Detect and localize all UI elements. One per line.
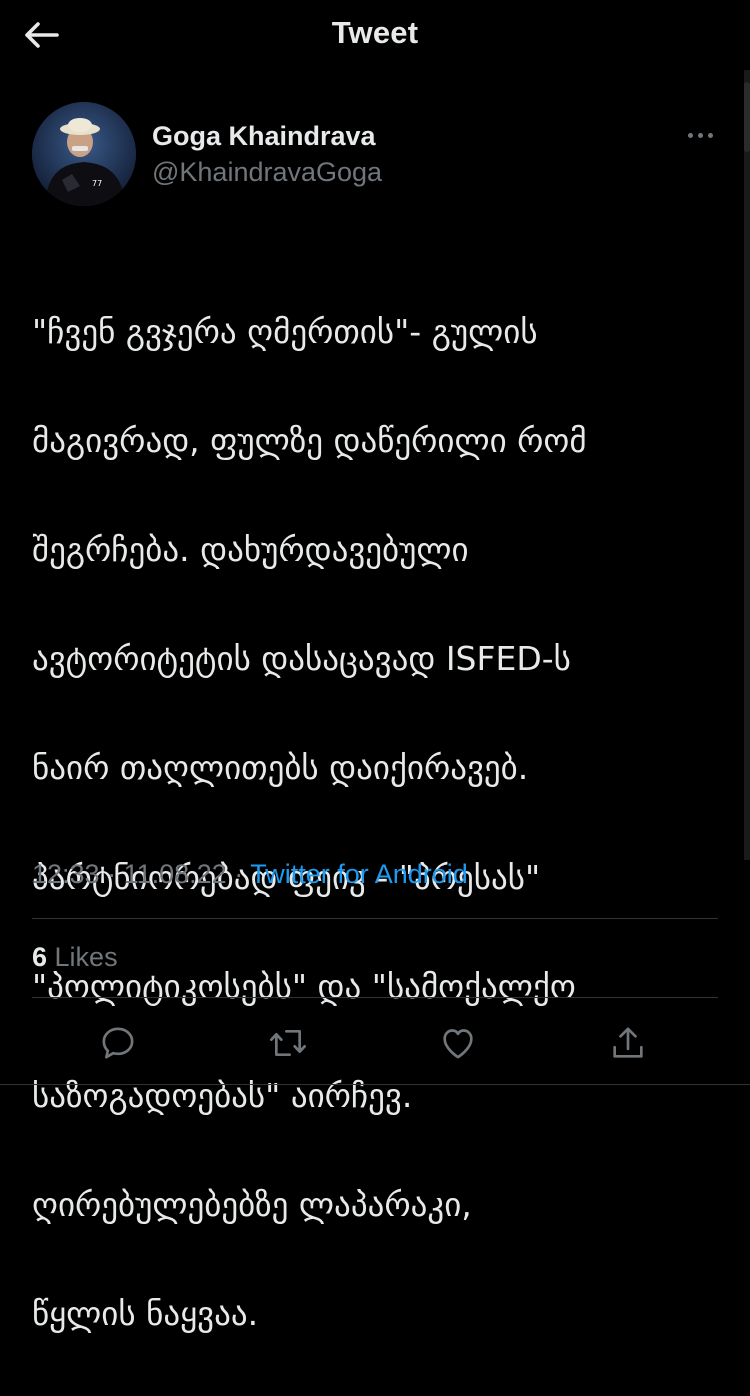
tweet-line: ნაირ თაღლითებს დაიქირავებ. xyxy=(32,748,529,788)
tweet-text: "ჩვენ გვჯერა ღმერთის"- გულის მაგივრად, ფ… xyxy=(32,250,722,1396)
author-handle[interactable]: @KhaindravaGoga xyxy=(152,157,382,188)
tweet-line: შეგრჩება. დახურდავებული xyxy=(32,529,469,569)
like-button[interactable] xyxy=(428,1010,488,1076)
more-horizontal-icon xyxy=(707,132,713,138)
scrollbar[interactable] xyxy=(744,70,750,860)
tweet-line: ავტორიტეტის დასაცავად ISFED-ს xyxy=(32,639,571,679)
tweet-line: "პოლიტიკოსებს" და "სამოქალქო xyxy=(32,966,576,1006)
avatar-photo: 77 xyxy=(32,102,136,206)
more-horizontal-icon xyxy=(697,132,703,138)
page-title: Tweet xyxy=(331,15,419,50)
share-button[interactable] xyxy=(598,1010,658,1076)
tweet-date[interactable]: 11.08.22 xyxy=(124,859,227,889)
divider xyxy=(32,997,718,998)
more-horizontal-icon xyxy=(687,132,693,138)
tweet-line: ღირებულებებზე ლაპარაკი, xyxy=(32,1185,472,1225)
action-bar xyxy=(0,1010,750,1076)
meta-separator: · xyxy=(99,859,124,889)
scrollbar-thumb[interactable] xyxy=(744,82,750,152)
tweet-time[interactable]: 12:33 xyxy=(32,859,100,889)
divider xyxy=(32,918,718,919)
tweet-line: საზოგადოებას" აირჩევ. xyxy=(32,1075,413,1115)
svg-text:77: 77 xyxy=(92,179,102,188)
top-bar: Tweet xyxy=(0,0,750,70)
tweet-meta: 12:33 · 11.08.22 · Twitter for Android xyxy=(32,859,468,890)
likes-count-link[interactable]: 6 Likes xyxy=(32,942,118,973)
likes-label: Likes xyxy=(47,942,118,972)
author-name[interactable]: Goga Khaindrava xyxy=(152,121,376,152)
tweet-line: წყლის ნაყვაა. xyxy=(32,1294,259,1334)
meta-separator: · xyxy=(226,859,251,889)
likes-count: 6 xyxy=(32,942,48,972)
avatar[interactable]: 77 xyxy=(32,102,136,206)
more-options-button[interactable] xyxy=(680,120,720,150)
retweet-icon xyxy=(270,1030,306,1056)
retweet-button[interactable] xyxy=(258,1010,318,1076)
tweet-line: მაგივრად, ფულზე დაწერილი რომ xyxy=(32,420,587,460)
tweet-line: "ჩვენ გვჯერა ღმერთის"- გულის xyxy=(32,311,538,351)
reply-icon xyxy=(102,1027,134,1059)
reply-button[interactable] xyxy=(88,1010,148,1076)
share-icon xyxy=(613,1027,643,1058)
heart-icon xyxy=(443,1029,473,1059)
divider xyxy=(0,1084,750,1085)
tweet-source-link[interactable]: Twitter for Android xyxy=(250,859,468,889)
